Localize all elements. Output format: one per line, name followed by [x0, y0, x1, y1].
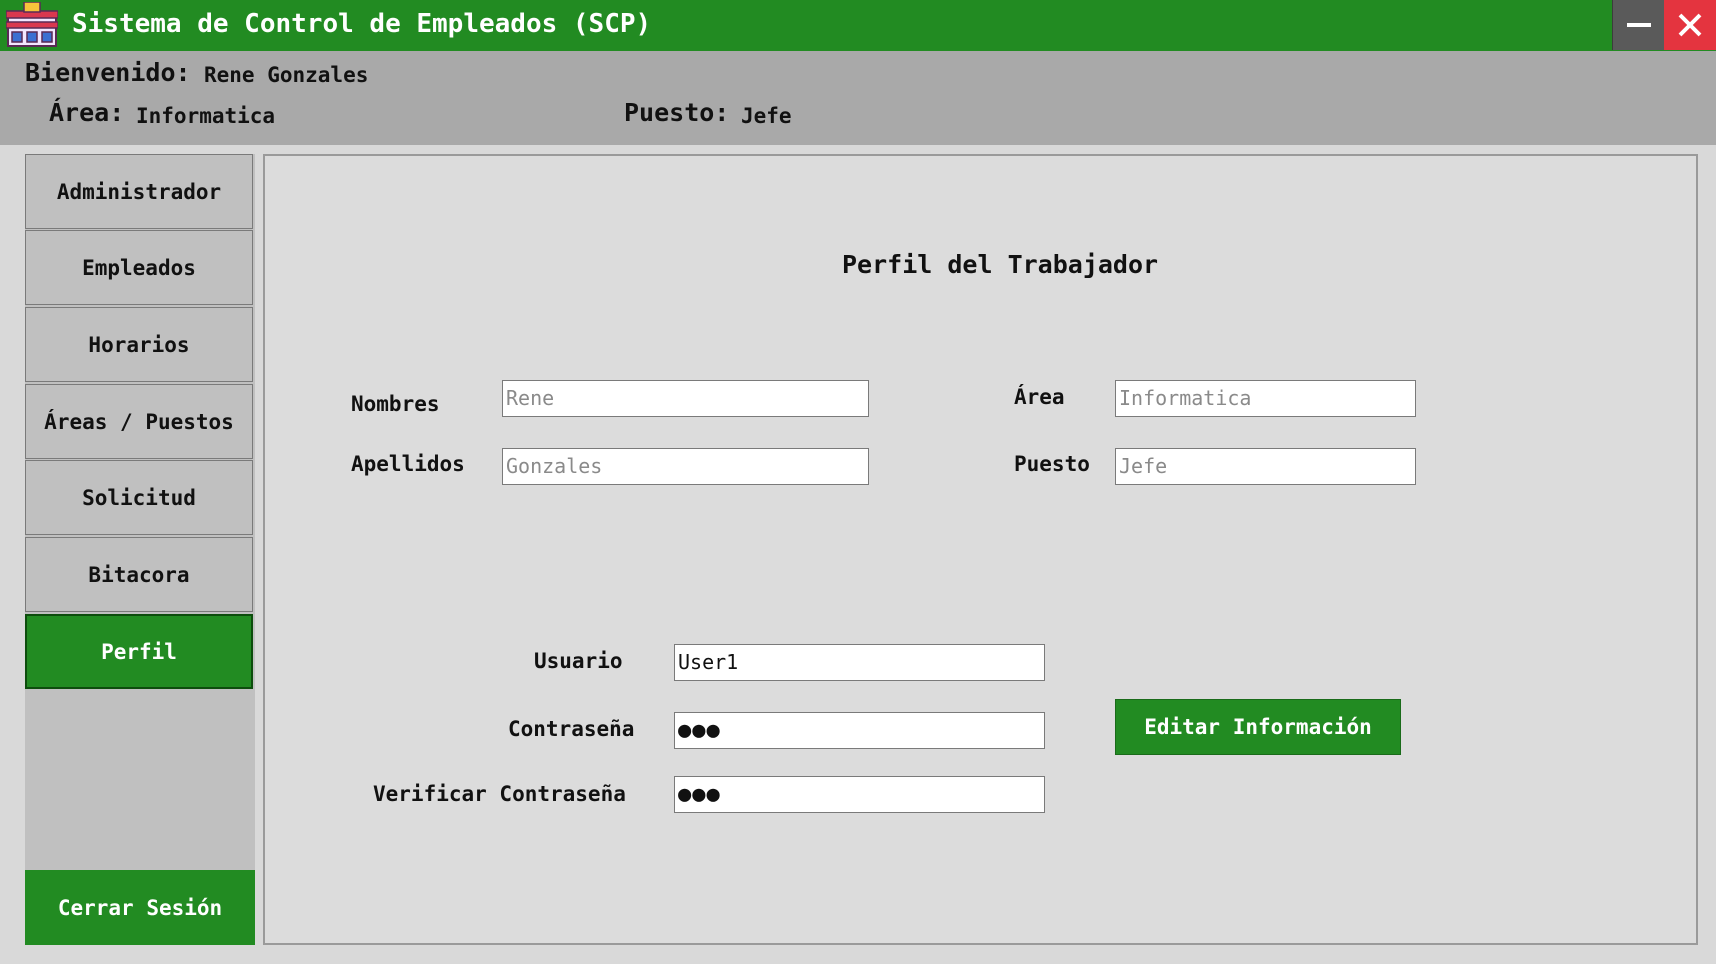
- minimize-button[interactable]: [1612, 0, 1665, 50]
- page-title: Perfil del Trabajador: [842, 250, 1159, 279]
- area-field[interactable]: Informatica: [1115, 380, 1416, 417]
- first-name-field[interactable]: Rene: [502, 380, 869, 417]
- app-window: Sistema de Control de Empleados (SCP) Bi…: [0, 0, 1716, 964]
- sidebar-item-perfil[interactable]: Perfil: [25, 614, 253, 689]
- window-title: Sistema de Control de Empleados (SCP): [72, 9, 652, 39]
- password-field[interactable]: ●●●: [674, 712, 1045, 749]
- title-bar: Sistema de Control de Empleados (SCP): [0, 0, 1716, 51]
- position-field[interactable]: Jefe: [1115, 448, 1416, 485]
- sidebar-item-solicitud[interactable]: Solicitud: [25, 460, 253, 535]
- building-icon: [6, 2, 58, 47]
- position-label: Puesto: [1014, 452, 1090, 476]
- logout-button[interactable]: Cerrar Sesión: [25, 870, 255, 945]
- username-label: Usuario: [534, 649, 623, 673]
- header-position-label: Puesto:: [624, 98, 730, 127]
- last-name-field[interactable]: Gonzales: [502, 448, 869, 485]
- sidebar-item-empleados[interactable]: Empleados: [25, 230, 253, 305]
- sidebar-item-administrador[interactable]: Administrador: [25, 154, 253, 229]
- password-label: Contraseña: [508, 717, 635, 741]
- close-button[interactable]: [1664, 0, 1716, 50]
- close-icon: [1678, 13, 1702, 37]
- verify-password-label: Verificar Contraseña: [373, 782, 626, 806]
- header-area-value: Informatica: [136, 104, 276, 128]
- minimize-icon: [1627, 23, 1651, 27]
- user-info-header: Bienvenido: Rene Gonzales Área: Informat…: [0, 51, 1716, 145]
- header-position-value: Jefe: [741, 104, 792, 128]
- sidebar-item-areas-puestos[interactable]: Áreas / Puestos: [25, 384, 253, 459]
- edit-info-button[interactable]: Editar Información: [1115, 699, 1401, 755]
- area-label: Área: [1014, 385, 1065, 409]
- welcome-user-name: Rene Gonzales: [204, 63, 369, 87]
- sidebar-item-bitacora[interactable]: Bitacora: [25, 537, 253, 612]
- sidebar-item-horarios[interactable]: Horarios: [25, 307, 253, 382]
- first-name-label: Nombres: [351, 392, 440, 416]
- welcome-label: Bienvenido:: [25, 58, 191, 87]
- username-field[interactable]: User1: [674, 644, 1045, 681]
- header-area-label: Área:: [49, 98, 125, 127]
- verify-password-field[interactable]: ●●●: [674, 776, 1045, 813]
- last-name-label: Apellidos: [351, 452, 465, 476]
